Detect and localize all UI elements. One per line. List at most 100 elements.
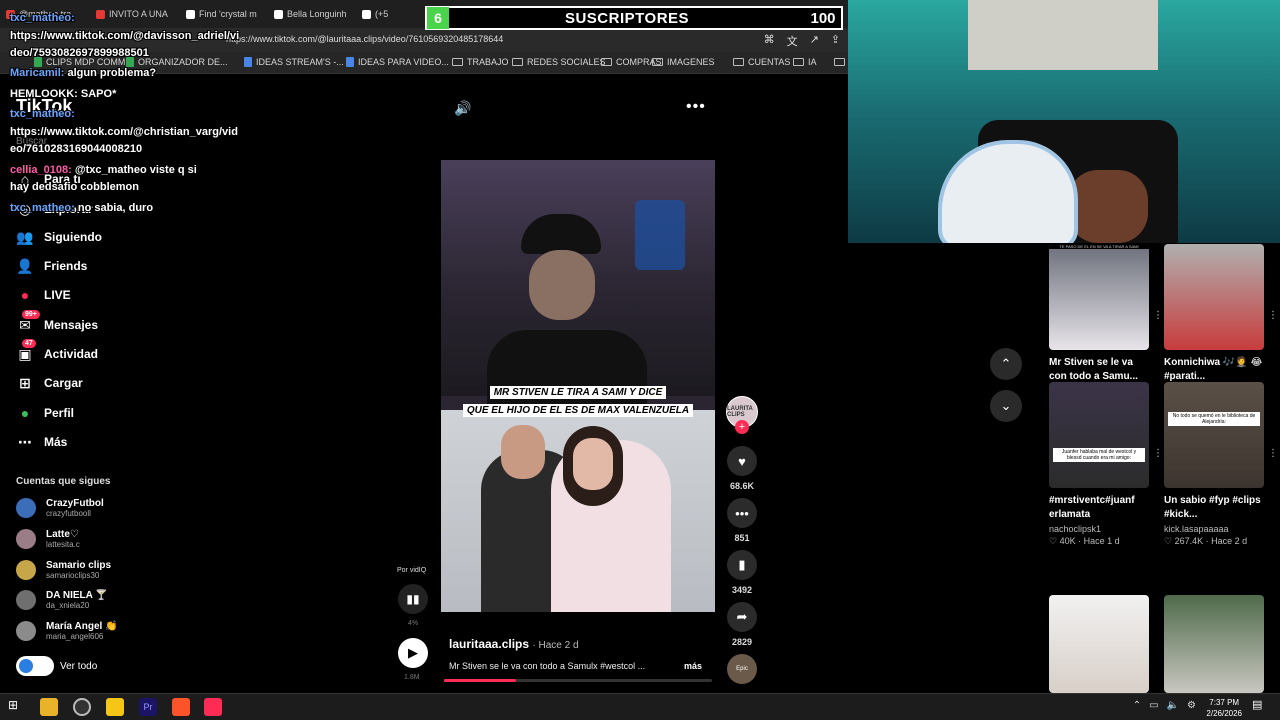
language-icon[interactable]: 文: [787, 33, 798, 49]
settings-icon[interactable]: ⚙: [1187, 700, 1196, 711]
account-name: Latte♡: [46, 529, 79, 540]
premiere-icon[interactable]: Pr: [139, 698, 157, 716]
followed-account[interactable]: DA NIELA 🍸 da_xniela20: [16, 590, 108, 610]
sidebar-item-live[interactable]: ● LIVE: [16, 286, 71, 304]
chat-text: algun problema?: [67, 67, 157, 79]
music-disc[interactable]: Epic: [727, 654, 757, 684]
video-progress-bar[interactable]: [444, 679, 712, 682]
play-icon: ▶: [408, 645, 418, 660]
translate-icon[interactable]: ⌘: [764, 33, 775, 49]
folder-icon: [601, 58, 612, 66]
notification-icon[interactable]: ▤: [1252, 698, 1270, 716]
video-card[interactable]: [1049, 595, 1149, 693]
clock-date: 2/26/2026: [1206, 709, 1242, 718]
bookmark-item[interactable]: TRABAJO: [452, 57, 509, 67]
like-button[interactable]: ♥: [727, 446, 757, 476]
bookmark-label: IA: [808, 57, 817, 67]
video-thumbnail[interactable]: [1164, 595, 1264, 693]
browser-tab[interactable]: Bella Longuinh: [274, 6, 347, 22]
followed-account[interactable]: Samario clips samarioclips30: [16, 560, 111, 580]
video-thumbnail[interactable]: [1164, 244, 1264, 350]
toggle-pill[interactable]: [16, 656, 54, 676]
see-all-link[interactable]: Ver todo: [16, 656, 97, 676]
comment-button[interactable]: •••: [727, 498, 757, 528]
vidiq-label: Por vidIQ: [397, 567, 427, 574]
obs-icon[interactable]: [73, 698, 91, 716]
sidebar-item-siguiendo[interactable]: 👥 Siguiendo: [16, 228, 102, 246]
sidebar-item-label: Siguiendo: [44, 230, 102, 244]
volume-icon[interactable]: 🔊: [454, 100, 471, 117]
followed-account[interactable]: CrazyFutbol crazyfutbooll: [16, 498, 104, 518]
start-icon[interactable]: ⊞: [8, 698, 26, 716]
card-more-icon[interactable]: ⋮: [1153, 310, 1163, 321]
next-video-button[interactable]: ⌄: [990, 390, 1022, 422]
chat-message: HEMLOOKK: SAPO*: [10, 86, 265, 102]
tiktok-app-icon[interactable]: [204, 698, 222, 716]
brave-browser-icon[interactable]: [172, 698, 190, 716]
video-thumbnail[interactable]: No todo se quemó en le biblioteca de Ale…: [1164, 382, 1264, 488]
tray-chevron-icon[interactable]: ⌃: [1133, 700, 1141, 711]
sidebar-item-mensajes[interactable]: ✉ 99+ Mensajes: [16, 310, 99, 334]
video-card[interactable]: [1164, 595, 1264, 693]
bookmark-item[interactable]: REDES SOCIALES: [512, 57, 606, 67]
bookmark-item[interactable]: IMAGENES: [652, 57, 715, 67]
sticky-notes-icon[interactable]: [106, 698, 124, 716]
author-name[interactable]: lauritaaa.clips: [449, 637, 529, 651]
card-more-icon[interactable]: ⋮: [1268, 310, 1278, 321]
video-card[interactable]: No todo se quemó en le biblioteca de Ale…: [1164, 382, 1278, 547]
share-icon[interactable]: ⇪: [831, 33, 840, 49]
network-icon[interactable]: ▭: [1149, 700, 1158, 711]
video-card[interactable]: Juanfer hablaba mal de westcol y blessd …: [1049, 382, 1163, 547]
more-options-icon[interactable]: •••: [686, 98, 706, 116]
bookmark-item[interactable]: IDEAS PARA VIDEO...: [346, 57, 449, 67]
volume-tray-icon[interactable]: 🔈: [1167, 700, 1179, 711]
card-more-icon[interactable]: ⋮: [1268, 448, 1278, 459]
sidebar-item-friends[interactable]: 👤 Friends: [16, 257, 87, 275]
sidebar-item-m-s[interactable]: ⋯ Más: [16, 433, 67, 451]
url-text[interactable]: https://www.tiktok.com/@lauritaaa.clips/…: [226, 34, 503, 44]
sidebar-item-label: Mensajes: [44, 318, 99, 332]
sidebar-item-label: Friends: [44, 259, 88, 273]
caption-line-1: MR STIVEN LE TIRA A SAMI Y DICE: [489, 386, 667, 399]
followed-account[interactable]: Latte♡ lattesita.c: [16, 529, 80, 549]
sidebar-item-cargar[interactable]: ⊞ Cargar: [16, 374, 83, 392]
save-button[interactable]: ▮: [727, 550, 757, 580]
subscribers-count: 100: [810, 9, 836, 27]
video-thumbnail[interactable]: TE PASO DE EL EN SE VA A TIRAR A SAMI: [1049, 244, 1149, 350]
avatar: [16, 590, 36, 610]
video-thumbnail[interactable]: [1049, 595, 1149, 693]
browser-tab[interactable]: (+5: [362, 6, 388, 22]
sidebar-item-label: Perfil: [44, 406, 75, 420]
bookmark-item[interactable]: IA: [793, 57, 817, 67]
thumbnail-caption: No todo se quemó en le biblioteca de Ale…: [1168, 412, 1260, 426]
sidebar-item-perfil[interactable]: ● Perfil: [16, 404, 74, 422]
chat-username: Maricamil:: [10, 67, 65, 79]
webcam-overlay: [848, 0, 1280, 243]
share-button[interactable]: ➦: [727, 602, 757, 632]
subscribers-overlay: 6 SUSCRIPTORES 100: [425, 6, 843, 30]
share-arrow-icon: ➦: [736, 609, 748, 624]
sidebar-item-actividad[interactable]: ▣ 47 Actividad: [16, 339, 98, 363]
card-more-icon[interactable]: ⋮: [1153, 448, 1163, 459]
chat-text: @txc_matheo viste q si: [74, 164, 197, 176]
follow-plus-icon[interactable]: +: [735, 420, 749, 434]
folder-icon: [793, 58, 804, 66]
chat-text: no sabia, duro: [77, 202, 154, 214]
video-thumbnail[interactable]: Juanfer hablaba mal de westcol y blessd …: [1049, 382, 1149, 488]
video-author[interactable]: lauritaaa.clips · Hace 2 d: [449, 637, 579, 651]
bookmark-label: IDEAS STREAM'S -...: [256, 57, 344, 67]
previous-video-button[interactable]: ⌃: [990, 348, 1022, 380]
vidiq-stats-button[interactable]: ▮▮: [398, 584, 428, 614]
video-player[interactable]: MR STIVEN LE TIRA A SAMI Y DICE QUE EL H…: [441, 160, 715, 612]
bookmark-icon: ▮: [738, 557, 746, 572]
following-title: Cuentas que sigues: [16, 476, 111, 487]
card-title: Konnichiwa 🎶🤵 😂 #parati...: [1164, 357, 1263, 382]
bookmark-item[interactable]: CUENTAS: [733, 57, 790, 67]
open-external-icon[interactable]: ↗: [810, 33, 819, 49]
more-link[interactable]: más: [684, 661, 702, 671]
followed-account[interactable]: María Angel 👏 maria_angel606: [16, 621, 118, 641]
file-explorer-icon[interactable]: [40, 698, 58, 716]
play-button[interactable]: ▶: [398, 638, 428, 668]
card-meta: ♡ 267.4K · Hace 2 d: [1164, 536, 1248, 546]
share-count: 2829: [731, 637, 753, 647]
